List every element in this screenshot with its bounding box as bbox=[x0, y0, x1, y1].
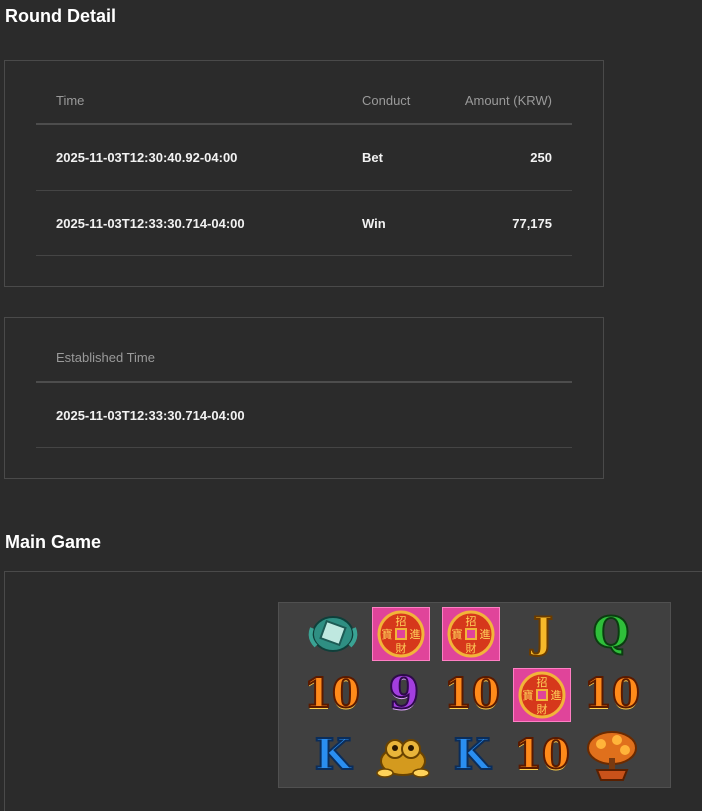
column-header-time: Time bbox=[56, 93, 85, 108]
gold-coin-icon: 招 寶 進 財 bbox=[372, 606, 430, 662]
queen-symbol: Q bbox=[582, 605, 640, 661]
row-time: 2025-11-03T12:30:40.92-04:00 bbox=[56, 150, 238, 165]
ten-symbol: 10 bbox=[443, 666, 501, 722]
column-header-amount: Amount (KRW) bbox=[464, 93, 552, 108]
row-time: 2025-11-03T12:33:30.714-04:00 bbox=[56, 216, 245, 231]
coin-char: 招 bbox=[466, 614, 477, 628]
round-detail-title: Round Detail bbox=[5, 6, 116, 26]
ten-glyph: 10 bbox=[513, 731, 571, 778]
table-header: Time Conduct Amount (KRW) bbox=[36, 93, 572, 109]
ten-symbol: 10 bbox=[583, 666, 641, 722]
coin-char: 寶 bbox=[452, 627, 463, 641]
gold-coin-icon: 招 寶 進 財 bbox=[442, 606, 500, 662]
gold-coin-icon: 招 寶 進 財 bbox=[513, 667, 571, 723]
golden-toad-icon bbox=[374, 727, 432, 783]
king-glyph: K bbox=[314, 730, 352, 779]
ten-glyph: 10 bbox=[583, 670, 641, 717]
ten-symbol: 10 bbox=[513, 727, 571, 783]
row-conduct: Win bbox=[362, 216, 386, 231]
ten-glyph: 10 bbox=[303, 670, 361, 717]
table-header: Established Time bbox=[36, 350, 572, 366]
row-amount: 250 bbox=[530, 150, 552, 165]
king-glyph: K bbox=[453, 730, 491, 779]
jack-symbol: J bbox=[514, 605, 572, 661]
coin-char: 進 bbox=[551, 689, 562, 702]
established-time-table: Established Time 2025-11-03T12:33:30.714… bbox=[4, 317, 604, 479]
coin-char: 寶 bbox=[523, 688, 534, 702]
established-time-value: 2025-11-03T12:33:30.714-04:00 bbox=[56, 408, 245, 423]
queen-glyph: Q bbox=[592, 608, 631, 657]
coin-char: 財 bbox=[537, 702, 548, 716]
nine-symbol: 9 bbox=[375, 666, 433, 722]
coin-char: 進 bbox=[480, 628, 491, 641]
row-divider bbox=[36, 190, 572, 191]
coin-char: 寶 bbox=[382, 627, 393, 641]
ten-symbol: 10 bbox=[303, 666, 361, 722]
main-game-title: Main Game bbox=[5, 532, 102, 552]
row-conduct: Bet bbox=[362, 150, 383, 165]
nine-glyph: 9 bbox=[388, 668, 421, 719]
coin-char: 財 bbox=[396, 641, 407, 655]
money-tree-icon bbox=[583, 727, 641, 783]
round-detail-table: Time Conduct Amount (KRW) 2025-11-03T12:… bbox=[4, 60, 604, 287]
header-divider bbox=[36, 381, 572, 383]
slot-reels: 招 寶 進 財 招 寶 進 財 J Q 10 9 10 招 寶 進 財 10 K… bbox=[278, 602, 671, 788]
king-symbol: K bbox=[443, 727, 501, 783]
ten-glyph: 10 bbox=[443, 670, 501, 717]
table-row: 2025-11-03T12:33:30.714-04:00 Win 77,175 bbox=[36, 216, 572, 232]
column-header-conduct: Conduct bbox=[362, 93, 411, 108]
coin-char: 財 bbox=[466, 641, 477, 655]
jade-dragon-icon bbox=[304, 605, 362, 661]
row-amount: 77,175 bbox=[512, 216, 552, 231]
row-divider bbox=[36, 447, 572, 448]
table-row: 2025-11-03T12:33:30.714-04:00 bbox=[36, 408, 572, 424]
coin-char: 進 bbox=[410, 628, 421, 641]
row-divider bbox=[36, 255, 572, 256]
king-symbol: K bbox=[304, 727, 362, 783]
header-divider bbox=[36, 123, 572, 125]
coin-char: 招 bbox=[537, 675, 548, 689]
column-header-established-time: Established Time bbox=[56, 350, 155, 365]
jack-glyph: J bbox=[532, 608, 554, 657]
coin-char: 招 bbox=[396, 614, 407, 628]
table-row: 2025-11-03T12:30:40.92-04:00 Bet 250 bbox=[36, 150, 572, 166]
